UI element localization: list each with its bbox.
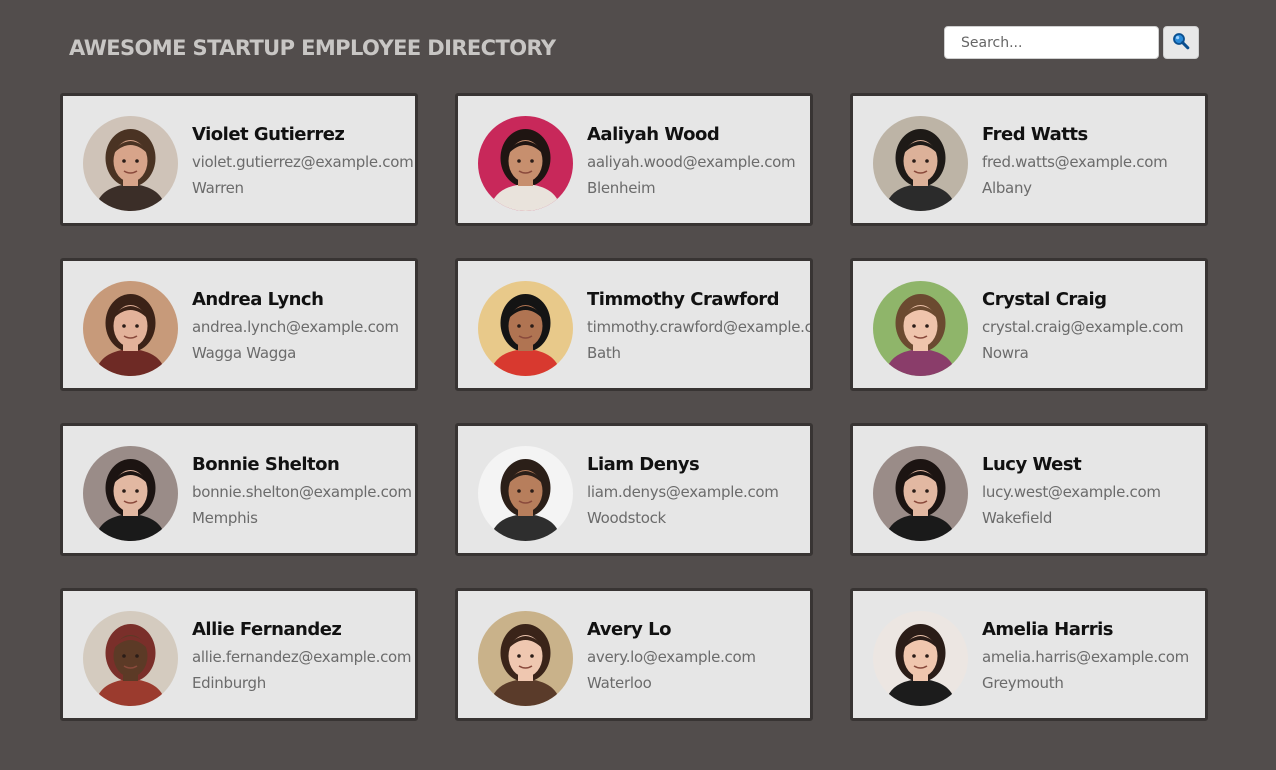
avatar <box>478 281 573 376</box>
employee-name: Allie Fernandez <box>192 619 342 640</box>
employee-card[interactable]: Liam Denys liam.denys@example.com Woodst… <box>455 423 813 556</box>
employee-email: fred.watts@example.com <box>982 153 1168 171</box>
employee-name: Avery Lo <box>587 619 671 640</box>
avatar <box>478 611 573 706</box>
employee-card[interactable]: Fred Watts fred.watts@example.com Albany <box>850 93 1208 226</box>
employee-name: Liam Denys <box>587 454 700 475</box>
avatar <box>478 446 573 541</box>
employee-email: andrea.lynch@example.com <box>192 318 399 336</box>
employee-name: Violet Gutierrez <box>192 124 345 145</box>
employee-city: Waterloo <box>587 674 652 692</box>
employee-email: allie.fernandez@example.com <box>192 648 412 666</box>
employee-city: Blenheim <box>587 179 656 197</box>
employee-card[interactable]: Crystal Craig crystal.craig@example.com … <box>850 258 1208 391</box>
search-form <box>944 26 1199 59</box>
employee-city: Warren <box>192 179 244 197</box>
avatar <box>873 116 968 211</box>
employee-card[interactable]: Bonnie Shelton bonnie.shelton@example.co… <box>60 423 418 556</box>
employee-city: Memphis <box>192 509 258 527</box>
employee-email: bonnie.shelton@example.com <box>192 483 412 501</box>
employee-city: Nowra <box>982 344 1029 362</box>
search-input[interactable] <box>944 26 1159 59</box>
employee-name: Andrea Lynch <box>192 289 324 310</box>
employee-email: aaliyah.wood@example.com <box>587 153 796 171</box>
employee-card[interactable]: Amelia Harris amelia.harris@example.com … <box>850 588 1208 721</box>
directory-page: AWESOME STARTUP EMPLOYEE DIRECTORY Viole… <box>0 0 1276 770</box>
avatar <box>873 611 968 706</box>
employee-name: Timmothy Crawford <box>587 289 780 310</box>
employee-card[interactable]: Allie Fernandez allie.fernandez@example.… <box>60 588 418 721</box>
employee-email: avery.lo@example.com <box>587 648 756 666</box>
employee-city: Edinburgh <box>192 674 266 692</box>
employee-city: Bath <box>587 344 621 362</box>
avatar <box>83 281 178 376</box>
avatar <box>83 116 178 211</box>
employee-email: timmothy.crawford@example.com <box>587 318 813 336</box>
employee-email: crystal.craig@example.com <box>982 318 1184 336</box>
employee-city: Wagga Wagga <box>192 344 297 362</box>
avatar <box>83 611 178 706</box>
employee-card[interactable]: Aaliyah Wood aaliyah.wood@example.com Bl… <box>455 93 813 226</box>
employee-card[interactable]: Avery Lo avery.lo@example.com Waterloo <box>455 588 813 721</box>
page-title: AWESOME STARTUP EMPLOYEE DIRECTORY <box>69 36 556 60</box>
employee-name: Crystal Craig <box>982 289 1107 310</box>
employee-city: Albany <box>982 179 1032 197</box>
employee-card[interactable]: Andrea Lynch andrea.lynch@example.com Wa… <box>60 258 418 391</box>
avatar <box>873 281 968 376</box>
employee-name: Aaliyah Wood <box>587 124 720 145</box>
employee-email: violet.gutierrez@example.com <box>192 153 414 171</box>
employee-name: Lucy West <box>982 454 1082 475</box>
employee-email: lucy.west@example.com <box>982 483 1161 501</box>
employee-card[interactable]: Timmothy Crawford timmothy.crawford@exam… <box>455 258 813 391</box>
employee-card[interactable]: Lucy West lucy.west@example.com Wakefiel… <box>850 423 1208 556</box>
employee-city: Wakefield <box>982 509 1053 527</box>
avatar <box>83 446 178 541</box>
employee-email: amelia.harris@example.com <box>982 648 1189 666</box>
search-icon <box>1172 32 1190 53</box>
employee-name: Bonnie Shelton <box>192 454 340 475</box>
employee-card[interactable]: Violet Gutierrez violet.gutierrez@exampl… <box>60 93 418 226</box>
employee-name: Amelia Harris <box>982 619 1113 640</box>
employee-email: liam.denys@example.com <box>587 483 779 501</box>
avatar <box>478 116 573 211</box>
employee-city: Greymouth <box>982 674 1064 692</box>
employee-city: Woodstock <box>587 509 666 527</box>
employee-grid: Violet Gutierrez violet.gutierrez@exampl… <box>60 93 1208 721</box>
search-button[interactable] <box>1163 26 1199 59</box>
employee-name: Fred Watts <box>982 124 1088 145</box>
avatar <box>873 446 968 541</box>
